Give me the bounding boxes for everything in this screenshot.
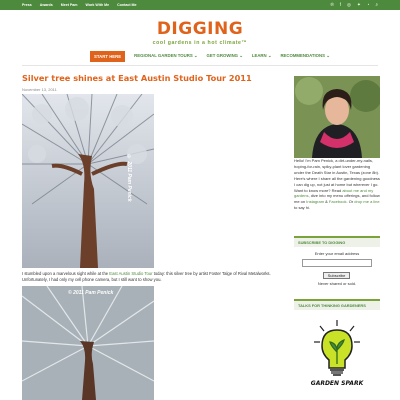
drop-me-a-line-link[interactable]: drop me a line — [354, 199, 379, 204]
east-austin-studio-tour-link[interactable]: East Austin Studio Tour — [109, 271, 152, 276]
main-nav: START HERE REGIONAL GARDEN TOURS ⌄ GET G… — [90, 50, 330, 62]
facebook-link[interactable]: Facebook — [329, 199, 347, 204]
garden-spark-label: GARDEN SPARK — [310, 380, 364, 387]
never-shared-note: Never shared or sold. — [317, 281, 357, 286]
email-label: Enter your email address — [314, 251, 360, 256]
subscribe-widget-heading: SUBSCRIBE TO DIGGING — [294, 236, 380, 247]
talks-widget-heading: TALKS FOR THINKING GARDENERS — [294, 299, 380, 310]
search-icon[interactable]: ⌕ — [375, 0, 378, 10]
social-links: ℗ f ◎ ✦ ◔ ⌕ — [330, 0, 378, 10]
top-nav-meet-pam[interactable]: Meet Pam — [61, 3, 78, 7]
author-avatar — [294, 76, 380, 158]
nav-get-growing[interactable]: GET GROWING ⌄ — [207, 53, 243, 59]
photo-watermark-2: © 2011 Pam Penick — [68, 290, 114, 296]
top-nav-press[interactable]: Press — [22, 3, 32, 7]
author-bio: Hello! I'm Pam Penick, a dirt-under-my-n… — [294, 158, 380, 211]
top-nav-awards[interactable]: Awards — [40, 3, 53, 7]
start-here-button[interactable]: START HERE — [90, 50, 126, 62]
nav-learn[interactable]: LEARN ⌄ — [252, 53, 272, 59]
photo-watermark: © 2011 Pam Penick — [126, 154, 132, 202]
pinterest-icon[interactable]: ℗ — [330, 0, 333, 10]
facebook-icon[interactable]: f — [340, 0, 341, 10]
silver-tree-photo-2[interactable]: © 2011 Pam Penick — [22, 286, 154, 400]
silver-tree-photo[interactable]: © 2011 Pam Penick — [22, 94, 154, 268]
instagram-link[interactable]: Instagram — [306, 199, 324, 204]
site-logo[interactable]: DIGGING — [0, 19, 400, 39]
top-nav-contact-me[interactable]: Contact Me — [117, 3, 136, 7]
rss-icon[interactable]: ◔ — [367, 0, 370, 10]
nav-regional-garden-tours[interactable]: REGIONAL GARDEN TOURS ⌄ — [134, 53, 197, 59]
post-caption: I stumbled upon a marvelous sight while … — [22, 271, 271, 282]
subscribe-button[interactable]: Subscribe — [323, 272, 350, 279]
email-input[interactable] — [302, 259, 372, 267]
instagram-icon[interactable]: ◎ — [347, 0, 351, 10]
garden-spark-logo[interactable]: GARDEN SPARK — [306, 318, 368, 394]
post-title[interactable]: Silver tree shines at East Austin Studio… — [22, 73, 252, 83]
post-date: November 13, 2011 — [22, 87, 57, 92]
nav-recommendations[interactable]: RECOMMENDATIONS ⌄ — [280, 53, 329, 59]
twitter-icon[interactable]: ✦ — [357, 0, 361, 10]
top-nav: Press Awards Meet Pam Work With Me Conta… — [22, 0, 137, 10]
top-nav-work-with-me[interactable]: Work With Me — [86, 3, 110, 7]
site-tagline: cool gardens in a hot climate™ — [152, 40, 248, 46]
nav-divider — [22, 65, 378, 66]
